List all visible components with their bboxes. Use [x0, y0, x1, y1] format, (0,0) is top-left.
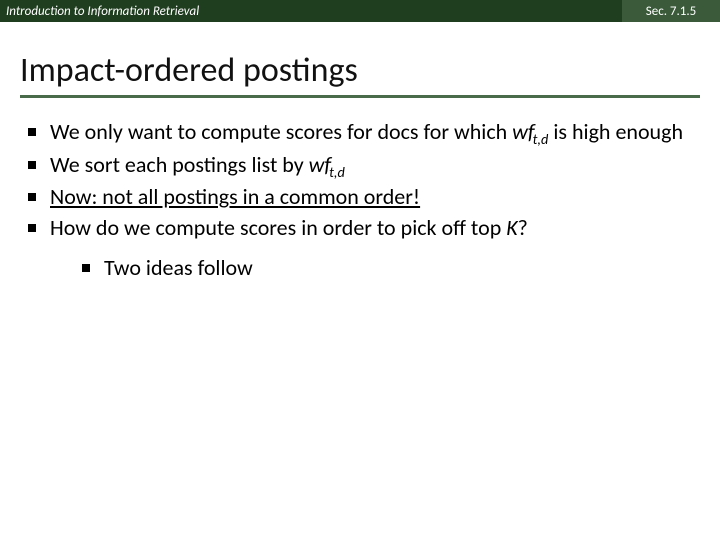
section-ref: Sec. 7.1.5 — [622, 0, 720, 22]
slide-header: Introduction to Information Retrieval Se… — [0, 0, 720, 22]
bullet-item: How do we compute scores in order to pic… — [26, 214, 694, 282]
sub-bullet-item: Two ideas follow — [80, 254, 694, 282]
wf-subscript: t,d — [329, 163, 345, 181]
wf-term: wf — [309, 151, 331, 178]
course-title: Introduction to Information Retrieval — [0, 0, 622, 22]
bullet-item: We sort each postings list by wft,d — [26, 151, 694, 182]
slide-title: Impact-ordered postings — [20, 50, 700, 91]
bullet-text: We only want to compute scores for docs … — [50, 118, 512, 145]
slide-body: We only want to compute scores for docs … — [0, 104, 720, 282]
title-area: Impact-ordered postings — [0, 22, 720, 104]
sub-bullet-list: Two ideas follow — [50, 254, 694, 282]
k-var: K — [506, 214, 517, 241]
bullet-text: We sort each postings list by — [50, 151, 309, 178]
wf-term: wf — [512, 118, 534, 145]
bullet-text: ? — [518, 214, 528, 241]
bullet-list: We only want to compute scores for docs … — [26, 118, 694, 282]
bullet-text: Now: not all postings in a common order! — [50, 183, 420, 210]
bullet-item: We only want to compute scores for docs … — [26, 118, 694, 149]
bullet-text: is high enough — [548, 118, 683, 145]
title-rule — [20, 95, 700, 98]
bullet-item: Now: not all postings in a common order! — [26, 183, 694, 211]
wf-subscript: t,d — [533, 130, 549, 148]
bullet-text: How do we compute scores in order to pic… — [50, 214, 506, 241]
bullet-text: Two ideas follow — [104, 254, 253, 281]
